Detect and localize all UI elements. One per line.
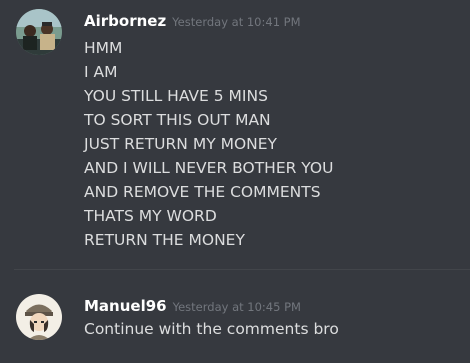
message-line: HMM [84, 39, 123, 57]
username[interactable]: Airbornez [84, 12, 166, 30]
username[interactable]: Manuel96 [84, 297, 167, 315]
message-header: Manuel96 Yesterday at 10:45 PM [84, 296, 301, 317]
message-line: Continue with the comments bro [84, 320, 339, 338]
timestamp[interactable]: Yesterday at 10:45 PM [173, 300, 301, 314]
message-line: I AM [84, 63, 118, 81]
message-content: Continue with the comments bro [84, 317, 339, 341]
message-line: RETURN THE MONEY [84, 231, 245, 249]
user-avatar-icon[interactable] [16, 9, 62, 55]
timestamp[interactable]: Yesterday at 10:41 PM [172, 15, 300, 29]
message-line: YOU STILL HAVE 5 MINS [84, 87, 268, 105]
message-header: Airbornez Yesterday at 10:41 PM [84, 11, 301, 32]
message-line: AND REMOVE THE COMMENTS [84, 183, 321, 201]
message-line: TO SORT THIS OUT MAN [84, 111, 271, 129]
message-line: AND I WILL NEVER BOTHER YOU [84, 159, 334, 177]
message-line: JUST RETURN MY MONEY [84, 135, 278, 153]
message-line: THATS MY WORD [84, 207, 217, 225]
user-avatar-icon[interactable] [16, 294, 62, 340]
message-group: Manuel96 Yesterday at 10:45 PM Continue w… [0, 270, 470, 363]
message-group: Airbornez Yesterday at 10:41 PM HMM I AM … [0, 0, 470, 268]
message-content: HMM I AM YOU STILL HAVE 5 MINS TO SORT T… [84, 36, 333, 252]
